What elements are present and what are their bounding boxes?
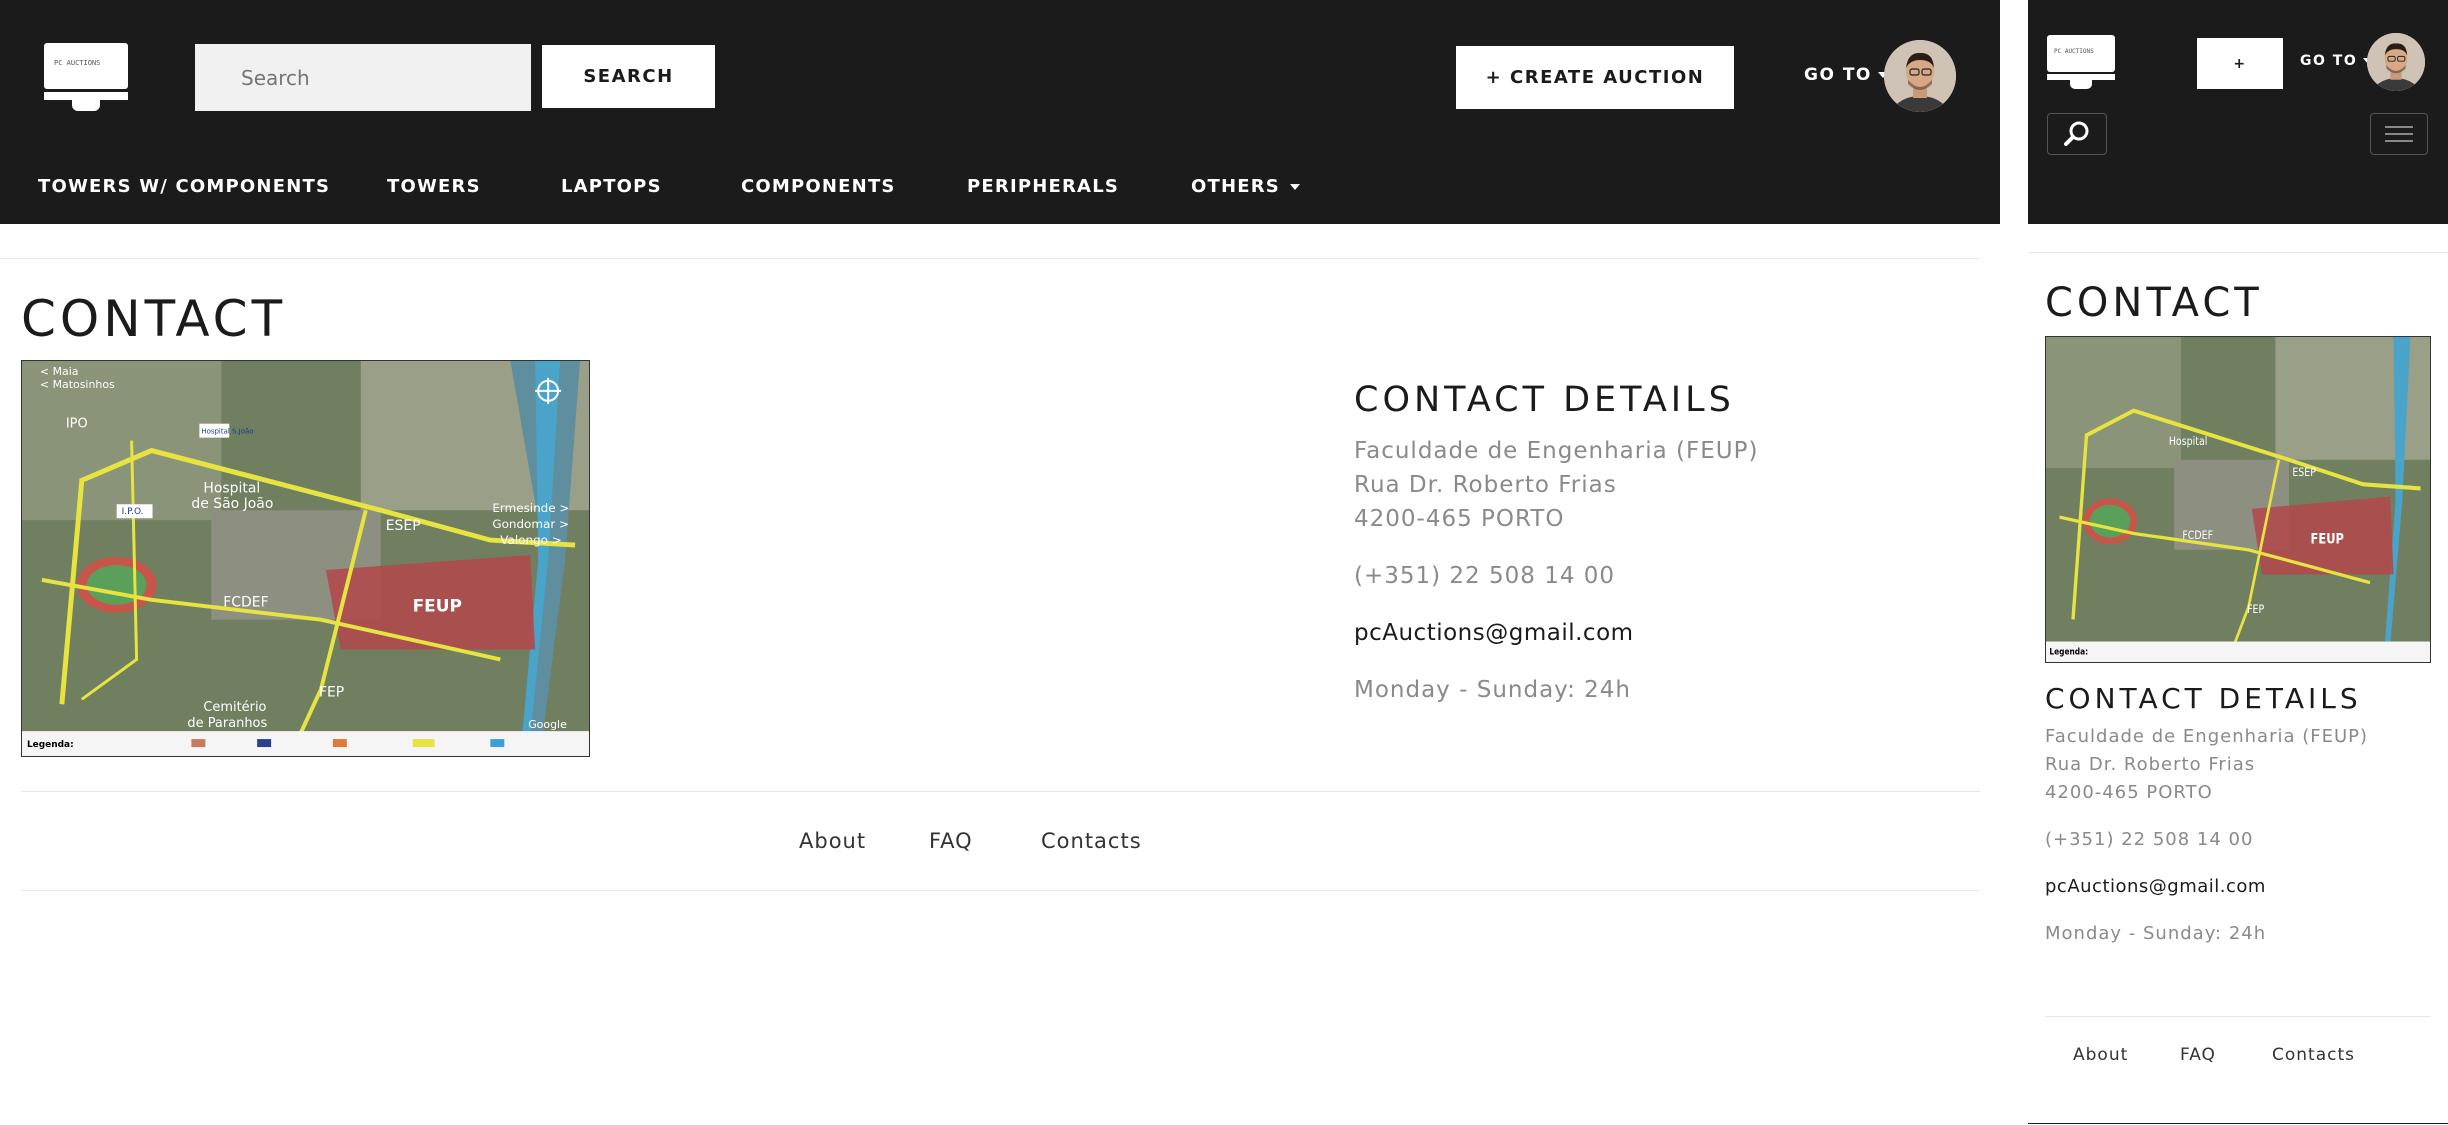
category-towers[interactable]: TOWERS: [387, 176, 481, 197]
footer-about-link[interactable]: About: [799, 829, 866, 853]
category-components[interactable]: COMPONENTS: [741, 176, 896, 197]
search-input[interactable]: [195, 44, 531, 111]
address-line-1: Faculdade de Engenharia (FEUP): [1354, 438, 1759, 464]
opening-hours: Monday - Sunday: 24h: [1354, 677, 1632, 703]
svg-text:ESEP: ESEP: [2292, 466, 2316, 479]
top-navbar: PC AUCTIONS SEARCH + CREATE AUCTION GO T…: [0, 0, 2000, 224]
mobile-phone-number: (+351) 22 508 14 00: [2045, 829, 2254, 850]
mobile-address-line-1: Faculdade de Engenharia (FEUP): [2045, 726, 2369, 747]
caret-down-icon: [1289, 183, 1300, 190]
svg-text:IPO: IPO: [66, 417, 88, 432]
goto-dropdown[interactable]: GO TO: [1804, 65, 1888, 85]
map-legend: Legenda:: [27, 740, 74, 750]
mobile-footer-contacts-link[interactable]: Contacts: [2272, 1045, 2355, 1065]
svg-text:Ermesinde >: Ermesinde >: [492, 501, 569, 515]
svg-text:Hospital: Hospital: [2169, 435, 2208, 448]
page-title: CONTACT: [21, 290, 287, 348]
svg-text:ESEP: ESEP: [386, 518, 421, 534]
category-laptops[interactable]: LAPTOPS: [561, 176, 662, 197]
mobile-create-auction-button[interactable]: +: [2197, 38, 2283, 89]
address-line-3: 4200-465 PORTO: [1354, 506, 1565, 532]
svg-text:Google: Google: [528, 718, 567, 731]
footer-contacts-link[interactable]: Contacts: [1041, 829, 1142, 853]
mobile-opening-hours: Monday - Sunday: 24h: [2045, 923, 2267, 944]
mobile-navbar: PC AUCTIONS + GO TO: [2028, 0, 2448, 224]
site-logo[interactable]: PC AUCTIONS: [44, 43, 128, 113]
mobile-view: PC AUCTIONS + GO TO CONTACT Legenda: Hos…: [2028, 0, 2448, 1125]
svg-text:Hospital: Hospital: [203, 480, 260, 496]
footer-faq-link[interactable]: FAQ: [929, 829, 973, 853]
svg-text:FEUP: FEUP: [413, 596, 462, 616]
mobile-page-title: CONTACT: [2045, 280, 2263, 326]
logo-text: PC AUCTIONS: [54, 59, 101, 67]
user-avatar[interactable]: [1884, 40, 1956, 112]
mobile-menu-toggle[interactable]: [2370, 113, 2428, 155]
category-peripherals[interactable]: PERIPHERALS: [967, 176, 1119, 197]
mobile-user-avatar[interactable]: [2367, 33, 2425, 91]
svg-text:< Maia: < Maia: [40, 365, 79, 378]
mobile-address-line-2: Rua Dr. Roberto Frias: [2045, 754, 2256, 775]
search-icon: [2064, 121, 2089, 146]
mobile-divider: [2028, 252, 2448, 253]
svg-text:Valongo >: Valongo >: [500, 533, 561, 547]
svg-text:Cemitério: Cemitério: [203, 700, 266, 715]
footer-divider-bottom: [21, 890, 1980, 891]
svg-text:FEUP: FEUP: [2311, 531, 2344, 547]
divider: [0, 258, 1980, 259]
mobile-footer-about-link[interactable]: About: [2073, 1045, 2128, 1065]
svg-text:de Paranhos: de Paranhos: [187, 716, 267, 731]
desktop-view: PC AUCTIONS SEARCH + CREATE AUCTION GO T…: [0, 0, 2000, 1125]
svg-text:FEP: FEP: [2247, 603, 2264, 616]
mobile-goto-dropdown[interactable]: GO TO: [2300, 53, 2374, 69]
category-others-dropdown[interactable]: OTHERS: [1191, 176, 1300, 197]
hamburger-menu-icon: [2385, 126, 2413, 142]
mobile-footer-divider-bottom: [2028, 1123, 2448, 1124]
mobile-footer-divider-top: [2045, 1016, 2431, 1017]
svg-text:FCDEF: FCDEF: [223, 595, 268, 611]
mobile-search-toggle[interactable]: [2047, 113, 2107, 155]
monitor-logo-icon: PC AUCTIONS: [2047, 35, 2115, 72]
mobile-footer-faq-link[interactable]: FAQ: [2180, 1045, 2216, 1065]
phone-number: (+351) 22 508 14 00: [1354, 563, 1616, 589]
contact-details-heading: CONTACT DETAILS: [1354, 380, 1735, 420]
search-button[interactable]: SEARCH: [542, 45, 715, 108]
category-towers-with-components[interactable]: TOWERS W/ COMPONENTS: [38, 176, 330, 197]
create-auction-button[interactable]: + CREATE AUCTION: [1456, 46, 1734, 109]
svg-text:de São João: de São João: [191, 496, 273, 512]
svg-text:< Matosinhos: < Matosinhos: [40, 378, 115, 391]
email-link[interactable]: pcAuctions@gmail.com: [1354, 620, 1634, 646]
svg-text:FEP: FEP: [319, 684, 344, 700]
monitor-logo-icon: PC AUCTIONS: [44, 43, 128, 89]
svg-text:Gondomar >: Gondomar >: [492, 517, 569, 531]
mobile-contact-details-heading: CONTACT DETAILS: [2045, 682, 2362, 715]
mobile-site-logo[interactable]: PC AUCTIONS: [2047, 35, 2115, 91]
svg-text:FCDEF: FCDEF: [2182, 529, 2213, 542]
mobile-email-link[interactable]: pcAuctions@gmail.com: [2045, 876, 2266, 897]
svg-text:I.P.O.: I.P.O.: [122, 507, 144, 517]
mobile-location-map: Legenda: Hospital ESEP FCDEF FEUP FEP: [2045, 336, 2431, 663]
location-map: Legenda: < Maia < Matosinhos IPO Hospita…: [21, 360, 590, 757]
svg-text:Legenda:: Legenda:: [2049, 646, 2088, 657]
svg-text:Hospital S.João: Hospital S.João: [201, 428, 253, 436]
footer-divider-top: [21, 791, 1980, 792]
address-line-2: Rua Dr. Roberto Frias: [1354, 472, 1617, 498]
mobile-address-line-3: 4200-465 PORTO: [2045, 782, 2213, 803]
